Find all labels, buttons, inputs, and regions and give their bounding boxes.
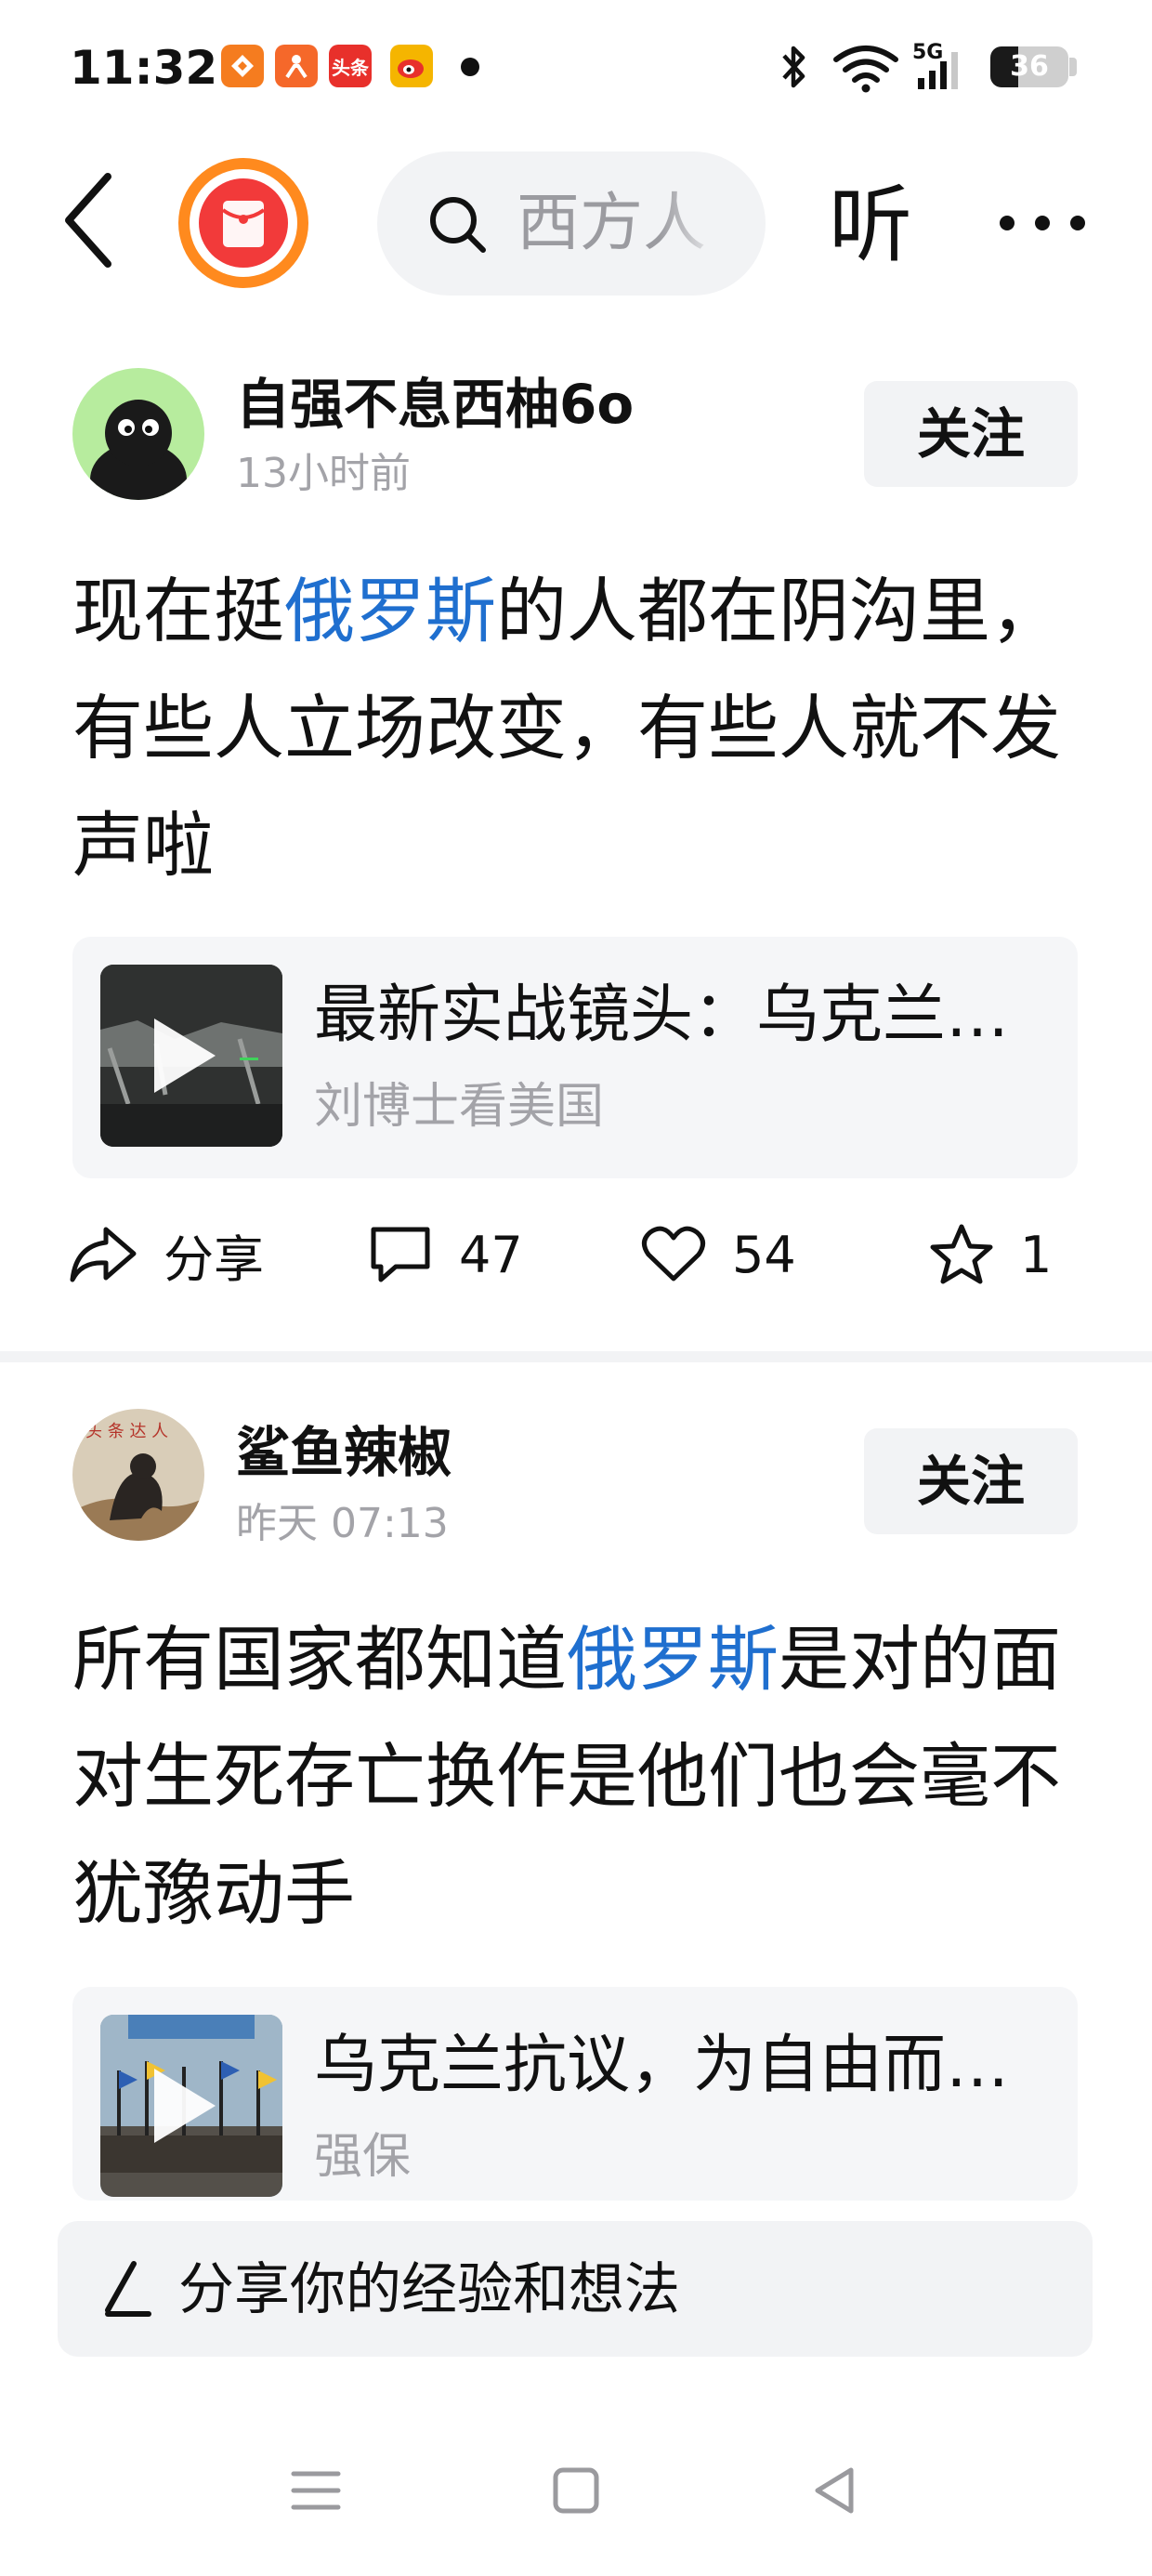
battery-cap <box>1069 58 1077 76</box>
follow-button[interactable]: 关注 <box>864 381 1078 487</box>
post-text[interactable]: 所有国家都知道俄罗斯是对的面对生死存亡换作是他们也会毫不犹豫动手 <box>72 1601 1085 1964</box>
home-nav-icon[interactable] <box>548 2463 604 2518</box>
post-text-before: 所有国家都知道 <box>72 1618 567 1701</box>
heart-icon <box>642 1226 705 1281</box>
post-text[interactable]: 现在挺俄罗斯的人都在阴沟里，有些人立场改变，有些人就不发声啦 <box>72 553 1085 906</box>
comment-placeholder: 分享你的经验和想法 <box>178 2257 680 2322</box>
share-icon <box>70 1227 137 1282</box>
comment-icon <box>371 1227 430 1282</box>
post-text-before: 现在挺 <box>72 570 284 652</box>
menu-nav-icon[interactable] <box>288 2463 344 2518</box>
share-button[interactable]: 分享 <box>69 1213 264 1296</box>
post-time: 昨天 07:13 <box>236 1500 449 1547</box>
author-name[interactable]: 鲨鱼辣椒 <box>236 1420 452 1485</box>
status-time: 11:32 <box>70 41 218 95</box>
topic-link[interactable]: 俄罗斯 <box>567 1618 779 1701</box>
comment-count: 47 <box>459 1225 523 1284</box>
search-placeholder: 西方人 <box>517 187 707 260</box>
favorite-button[interactable]: 1 <box>929 1213 1052 1296</box>
signal-icon <box>918 52 958 89</box>
app-icon-1 <box>221 45 264 87</box>
battery-level: 36 <box>1010 50 1049 83</box>
listen-button[interactable]: 听 <box>829 175 912 277</box>
more-options-icon[interactable] <box>996 209 1089 237</box>
post-time: 13小时前 <box>236 450 411 497</box>
back-button[interactable] <box>58 169 123 271</box>
bluetooth-icon <box>782 46 805 88</box>
red-packet-button[interactable] <box>178 158 308 288</box>
video-source: 刘博士看美国 <box>314 1079 605 1135</box>
star-icon <box>930 1224 993 1284</box>
video-card[interactable]: 最新实战镜头：乌克兰… 刘博士看美国 <box>72 937 1078 1178</box>
author-name[interactable]: 自强不息西柚6o <box>236 372 634 437</box>
notification-dot <box>461 58 479 76</box>
back-nav-icon[interactable] <box>808 2463 864 2518</box>
follow-button[interactable]: 关注 <box>864 1428 1078 1534</box>
author-avatar[interactable]: 头 条 达 人 <box>72 1409 204 1541</box>
svg-text:头 条 达 人: 头 条 达 人 <box>85 1422 168 1441</box>
comment-button[interactable]: 47 <box>368 1213 523 1296</box>
toutiao-icon: 头条 <box>329 45 372 87</box>
video-source: 强保 <box>314 2129 412 2185</box>
video-card[interactable]: 乌克兰抗议，为自由而… 强保 <box>72 1987 1078 2201</box>
pen-icon <box>105 2261 151 2317</box>
topic-link[interactable]: 俄罗斯 <box>284 570 496 652</box>
author-avatar[interactable] <box>72 368 204 500</box>
like-count: 54 <box>732 1225 796 1284</box>
comment-input[interactable]: 分享你的经验和想法 <box>58 2221 1093 2357</box>
wifi-icon <box>833 46 898 93</box>
battery-icon: 36 <box>990 46 1068 87</box>
app-icon-2 <box>275 45 318 87</box>
like-button[interactable]: 54 <box>641 1213 796 1296</box>
play-icon <box>154 2069 216 2143</box>
post-divider <box>0 1351 1152 1362</box>
play-icon <box>154 1019 216 1093</box>
video-title: 最新实战镜头：乌克兰… <box>314 979 1010 1052</box>
favorite-count: 1 <box>1020 1225 1053 1284</box>
weibo-icon <box>390 45 433 87</box>
video-title: 乌克兰抗议，为自由而… <box>314 2029 1010 2102</box>
video-thumbnail <box>100 2015 282 2197</box>
red-packet-icon <box>199 178 288 268</box>
share-label: 分享 <box>164 1229 264 1289</box>
video-thumbnail <box>100 965 282 1147</box>
search-icon <box>430 197 486 253</box>
search-box[interactable]: 西方人 <box>377 151 766 296</box>
